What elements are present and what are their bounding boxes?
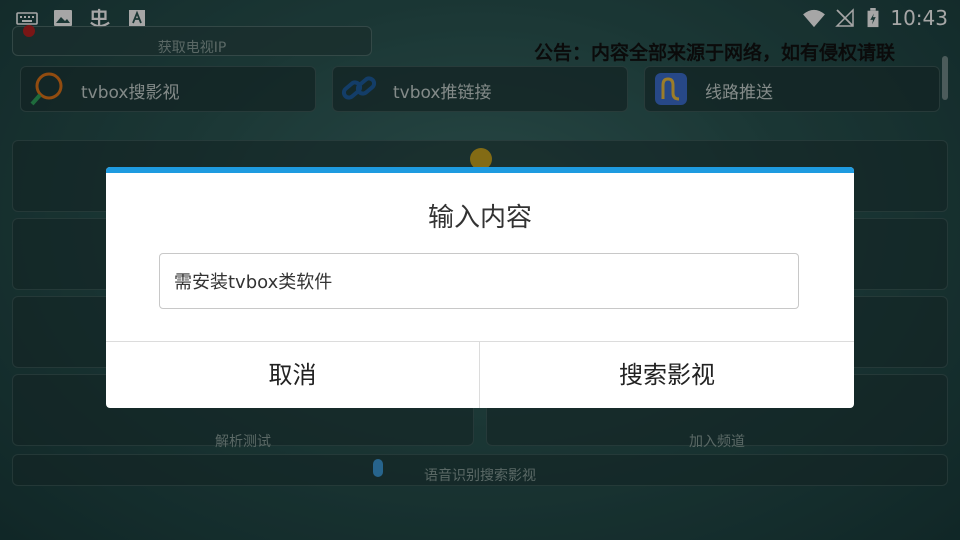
dialog-title: 输入内容 bbox=[427, 203, 532, 233]
dialog-accent-bar bbox=[106, 167, 854, 173]
search-video-button[interactable]: 搜索影视 bbox=[480, 342, 854, 408]
search-input[interactable] bbox=[159, 253, 799, 309]
input-dialog: 输入内容 取消 搜索影视 bbox=[106, 167, 854, 408]
cancel-button[interactable]: 取消 bbox=[106, 342, 479, 408]
